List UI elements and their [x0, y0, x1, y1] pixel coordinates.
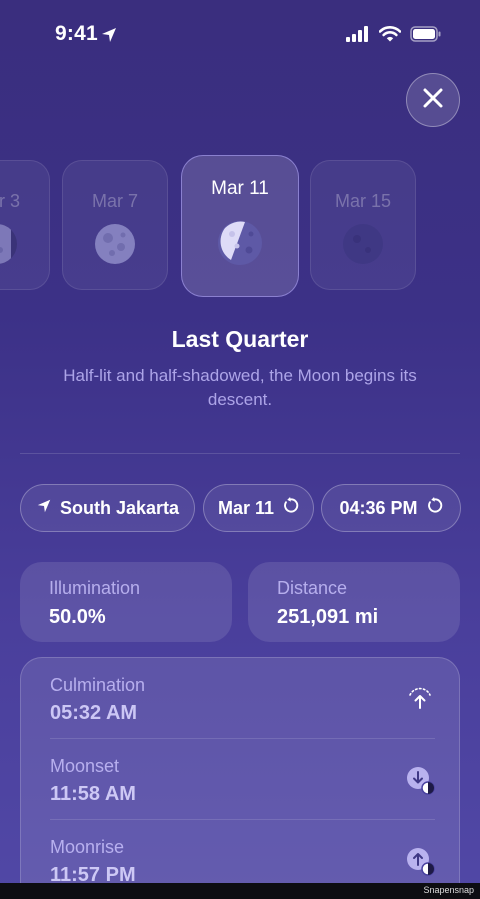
- moon-card-mar-3[interactable]: Mar 3: [0, 160, 50, 290]
- time-label: 04:36 PM: [339, 497, 418, 518]
- moonset-icon: [407, 767, 435, 795]
- illumination-label: Illumination: [49, 578, 141, 598]
- close-button[interactable]: [406, 73, 460, 127]
- divider: [20, 453, 460, 454]
- moon-card-label: Mar 7: [91, 191, 138, 211]
- status-time: 9:41: [55, 22, 98, 45]
- moonrise-label: Moonrise: [50, 837, 125, 857]
- date-label: Mar 11: [217, 497, 275, 518]
- distance-label: Distance: [277, 578, 348, 598]
- moon-card-label: Mar 11: [211, 178, 269, 199]
- battery-icon: [410, 26, 442, 47]
- distance-card: Distance 251,091 mi: [248, 562, 460, 642]
- moon-card-label: Mar 3: [0, 191, 20, 211]
- illumination-card: Illumination 50.0%: [20, 562, 232, 642]
- wifi-icon: [378, 26, 402, 47]
- phase-title: Last Quarter: [171, 326, 309, 352]
- close-icon: [422, 87, 444, 114]
- distance-value: 251,091 mi: [277, 606, 379, 628]
- location-pill[interactable]: South Jakarta: [20, 484, 195, 532]
- moon-card-mar-7[interactable]: Mar 7: [62, 160, 168, 290]
- culmination-icon: [409, 687, 431, 709]
- moonset-label: Moonset: [50, 756, 120, 776]
- watermark-bar: Snapensnap: [0, 883, 480, 899]
- reset-icon: [282, 497, 299, 519]
- watermark-text: Snapensnap: [423, 885, 474, 895]
- location-arrow-icon: [100, 26, 118, 49]
- status-bar: 9:41: [0, 0, 480, 72]
- location-label: South Jakarta: [59, 497, 180, 518]
- moon-icon: [0, 224, 17, 264]
- location-arrow-icon: [36, 498, 52, 519]
- culmination-row: Culmination 05:32 AM: [21, 658, 461, 739]
- moonrise-icon: [407, 848, 435, 876]
- moonset-value: 11:58 AM: [50, 783, 136, 805]
- cellular-signal-icon: [346, 26, 370, 47]
- moon-times-card: Culmination 05:32 AM Moonset 11:58 AM Mo…: [20, 657, 460, 899]
- phase-description: Half-lit and half-shadowed, the Moon beg…: [63, 366, 417, 409]
- moon-card-label: Mar 15: [334, 191, 392, 211]
- moon-icon: [218, 221, 262, 265]
- moon-icon: [343, 224, 383, 264]
- moon-icon: [95, 224, 135, 264]
- moon-phase-strip[interactable]: Mar 3 Mar 7 Mar 11 Mar 15: [0, 150, 480, 310]
- moonset-row: Moonset 11:58 AM: [21, 739, 461, 820]
- moon-card-mar-15[interactable]: Mar 15: [310, 160, 416, 290]
- illumination-value: 50.0%: [49, 606, 106, 628]
- date-pill[interactable]: Mar 11: [203, 484, 314, 532]
- reset-icon: [426, 497, 443, 519]
- moon-card-mar-11[interactable]: Mar 11: [181, 155, 299, 297]
- time-pill[interactable]: 04:36 PM: [321, 484, 461, 532]
- culmination-value: 05:32 AM: [50, 702, 138, 724]
- status-icons: [346, 26, 442, 47]
- culmination-label: Culmination: [50, 675, 146, 695]
